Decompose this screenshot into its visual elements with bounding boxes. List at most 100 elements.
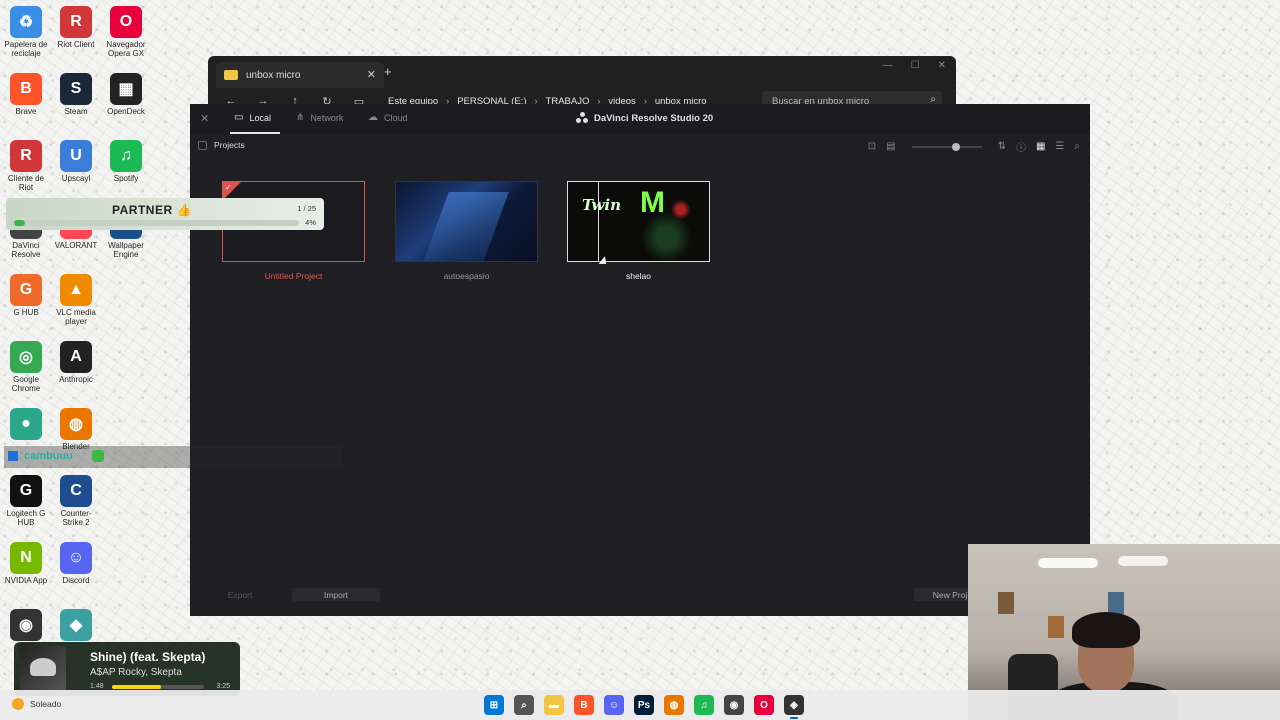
app-icon: U xyxy=(60,140,92,172)
desktop-icon[interactable]: U Upscayl xyxy=(51,140,101,183)
search-icon[interactable]: ⌕ xyxy=(1074,141,1080,152)
close-icon[interactable]: ✕ xyxy=(200,112,209,125)
cloud-icon: ☁ xyxy=(368,112,378,123)
import-button[interactable]: Import xyxy=(292,588,380,601)
partner-count: 1 / 25 xyxy=(297,204,316,213)
desktop-icon[interactable]: N NVIDIA App xyxy=(1,542,51,585)
desktop-icon[interactable]: O Navegador Opera GX xyxy=(101,6,151,58)
tab-label: Network xyxy=(310,112,344,123)
desktop-icon[interactable]: ♻ Papelera de reciclaje xyxy=(1,6,51,58)
taskbar-windows-start-icon[interactable]: ⊞ xyxy=(484,695,504,715)
desktop-icon[interactable]: ◎ Google Chrome xyxy=(1,341,51,393)
explorer-tab-title: unbox micro xyxy=(246,69,301,81)
minimize-button[interactable]: — xyxy=(883,60,893,71)
slider-knob[interactable] xyxy=(951,142,960,151)
new-tab-button[interactable]: + xyxy=(384,64,392,79)
emote-icon xyxy=(92,450,104,462)
desktop-icon[interactable]: G Logitech G HUB xyxy=(1,475,51,527)
app-icon: ● xyxy=(10,408,42,440)
app-title-text: DaVinci Resolve Studio 20 xyxy=(594,112,714,124)
partner-progress-bar xyxy=(14,220,299,226)
taskbar-apps: ⊞ ⌕ ▬ B ☺ Ps ◍ ♫ ◉ O ◈ xyxy=(484,695,804,719)
app-icon: ▦ xyxy=(110,73,142,105)
song-artist: A$AP Rocky, Skepta xyxy=(90,667,182,678)
project-card[interactable]: autoespasio xyxy=(395,181,538,281)
app-icon: ♻ xyxy=(10,6,42,38)
ceiling-light xyxy=(1038,558,1098,568)
project-card[interactable]: ✓ Untitled Project xyxy=(222,181,365,281)
scrub-line xyxy=(598,182,599,261)
desktop-icon-label: NVIDIA App xyxy=(4,576,48,585)
desktop-icon[interactable]: A Anthropic xyxy=(51,341,101,384)
desktop-icon[interactable]: ☺ Discord xyxy=(51,542,101,585)
desktop-icon[interactable]: ● xyxy=(1,408,51,442)
taskbar-photoshop-icon[interactable]: Ps xyxy=(634,695,654,715)
desktop-icon[interactable]: B Brave xyxy=(1,73,51,116)
project-card[interactable]: Twin M shelao xyxy=(567,181,710,281)
project-thumbnail[interactable]: Twin M xyxy=(567,181,710,262)
taskbar-obs-icon[interactable]: ◉ xyxy=(724,695,744,715)
taskbar-file-explorer-icon[interactable]: ▬ xyxy=(544,695,564,715)
tab-network[interactable]: ⋔ Network xyxy=(296,112,343,123)
desktop-icon-label: OpenDeck xyxy=(107,107,145,116)
album-cover xyxy=(20,646,66,692)
thumbnail-size-slider[interactable] xyxy=(911,142,982,151)
app-icon: ♫ xyxy=(110,140,142,172)
tab-local[interactable]: ▭ Local xyxy=(234,112,271,123)
info-icon[interactable]: ⓘ xyxy=(1016,139,1026,154)
desktop-icon-label: DaVinci Resolve xyxy=(11,241,41,259)
taskbar-search-icon[interactable]: ⌕ xyxy=(514,695,534,715)
desktop-icon[interactable]: S Steam xyxy=(51,73,101,116)
sort-icon[interactable]: ⇅ xyxy=(998,141,1006,152)
list-view-icon[interactable]: ☰ xyxy=(1055,141,1064,152)
weather-widget[interactable]: Soleado xyxy=(12,698,61,710)
filmstrip-icon[interactable]: ▤ xyxy=(886,141,895,152)
desktop-icon[interactable]: ▦ OpenDeck xyxy=(101,73,151,116)
desktop-icon-label: Anthropic xyxy=(59,375,93,384)
project-thumbnail[interactable] xyxy=(395,181,538,262)
desktop-icon[interactable]: G G HUB xyxy=(1,274,51,317)
taskbar-opera-gx-icon[interactable]: O xyxy=(754,695,774,715)
desktop-icon[interactable]: R Cliente de Riot xyxy=(1,140,51,192)
desktop-icon[interactable]: ♫ Spotify xyxy=(101,140,151,183)
tab-cloud[interactable]: ☁ Cloud xyxy=(368,112,408,123)
app-icon: C xyxy=(60,475,92,507)
desktop-icon-label: Navegador Opera GX xyxy=(106,40,146,58)
desktop-icon-label: Riot Client xyxy=(57,40,95,49)
close-window-button[interactable]: ✕ xyxy=(938,60,946,71)
taskbar-brave-icon[interactable]: B xyxy=(574,695,594,715)
davinci-logo-icon xyxy=(576,112,588,124)
app-icon: A xyxy=(60,341,92,373)
desktop-icon-label: Steam xyxy=(64,107,88,116)
taskbar-spotify-icon[interactable]: ♫ xyxy=(694,695,714,715)
desktop-icon[interactable]: C Counter-Strike 2 xyxy=(51,475,101,527)
sidebar-toggle-icon[interactable] xyxy=(198,141,207,150)
song-title: Shine) (feat. Skepta) xyxy=(90,650,206,664)
partner-progress-fill xyxy=(14,220,26,226)
desktop-icon[interactable]: ▲ VLC media player xyxy=(51,274,101,326)
app-title: DaVinci Resolve Studio 20 xyxy=(576,112,713,124)
monitor-icon: ▭ xyxy=(234,112,244,123)
taskbar-blender-icon[interactable]: ◍ xyxy=(664,695,684,715)
partner-title: PARTNER 👍 xyxy=(112,203,192,217)
grid-view-icon[interactable]: ▦ xyxy=(1036,141,1045,152)
desktop-icon[interactable]: R Riot Client xyxy=(51,6,101,49)
wall-poster xyxy=(1048,616,1064,638)
spotify-now-playing: Shine) (feat. Skepta) A$AP Rocky, Skepta… xyxy=(14,642,240,696)
taskbar-discord-icon[interactable]: ☺ xyxy=(604,695,624,715)
close-tab-icon[interactable]: ✕ xyxy=(367,68,376,81)
tab-label: Cloud xyxy=(384,112,408,123)
desktop-icon-label: Upscayl xyxy=(61,174,91,183)
desktop-icon[interactable]: ◍ Blender xyxy=(51,408,101,451)
taskbar-davinci-resolve-icon[interactable]: ◈ xyxy=(784,695,804,719)
desktop-icon-label: VALORANT xyxy=(54,241,98,250)
export-button[interactable]: Export xyxy=(196,588,284,601)
badge-icon xyxy=(8,451,18,461)
desktop-icon[interactable]: ◆ xyxy=(51,609,101,643)
partner-title-text: PARTNER xyxy=(112,203,173,217)
maximize-button[interactable]: ☐ xyxy=(911,60,920,71)
new-folder-icon[interactable]: ⊡ xyxy=(868,141,876,152)
explorer-tab[interactable]: unbox micro ✕ xyxy=(216,62,384,88)
song-progress-bar xyxy=(112,685,204,689)
app-icon: N xyxy=(10,542,42,574)
